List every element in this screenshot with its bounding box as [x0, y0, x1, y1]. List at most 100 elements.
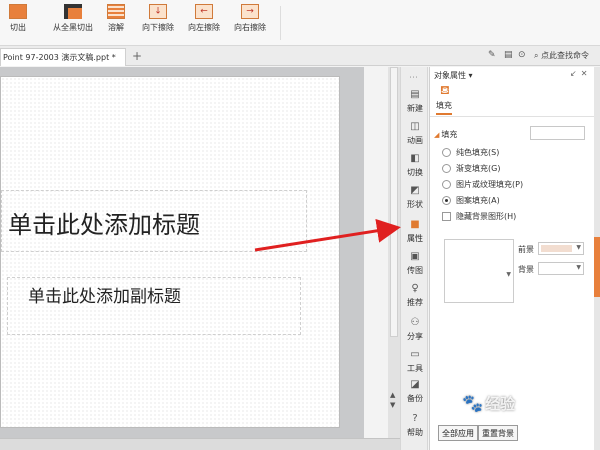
button-label: 向左擦除	[188, 23, 220, 32]
user-icon[interactable]: ✎	[488, 50, 496, 60]
slide[interactable]: 单击此处添加标题 单击此处添加副标题	[0, 76, 340, 428]
vertical-scrollbar[interactable]: ▲ ▼	[388, 67, 400, 438]
transition-cut-button[interactable]: 切出	[4, 4, 32, 42]
transition-wipe-down-button[interactable]: ↓ 向下擦除	[140, 4, 176, 42]
side-tool-upload-image[interactable]: ▣ 传图	[401, 251, 429, 276]
button-label: 切出	[10, 23, 26, 32]
panel-window-controls: ↙✕	[570, 69, 591, 78]
transition-dissolve-button[interactable]: 溶解	[104, 4, 128, 42]
fill-preview-box[interactable]	[530, 126, 585, 140]
collapse-icon[interactable]: ↙	[570, 69, 581, 78]
fill-section-label: 填充	[441, 130, 458, 139]
title-placeholder[interactable]: 单击此处添加标题	[1, 190, 307, 252]
animation-icon: ◫	[410, 121, 420, 132]
side-tool-help[interactable]: ? 帮助	[401, 413, 429, 438]
toolbox-icon: ▭	[410, 349, 420, 360]
side-tool-share[interactable]: ⚇ 分享	[401, 317, 429, 342]
chevron-down-icon: ▼	[576, 244, 581, 251]
scrollbar-thumb[interactable]	[390, 67, 398, 337]
fill-option-pattern[interactable]: 图案填充(A)	[442, 195, 500, 206]
fill-option-gradient[interactable]: 渐变填充(G)	[442, 163, 500, 174]
background-color-select[interactable]: ▼	[538, 262, 584, 275]
paw-logo-icon: 🐾	[462, 394, 484, 414]
background-color-swatch	[541, 265, 572, 272]
fill-section-header[interactable]: ◢ 填充	[434, 129, 457, 140]
dissolve-icon	[107, 4, 125, 19]
radio-button-selected[interactable]	[442, 196, 451, 205]
tab-fill[interactable]: 填充	[436, 100, 452, 115]
hide-background-checkbox[interactable]: 隐藏背景图形(H)	[442, 211, 516, 222]
side-tool-label: 分享	[407, 332, 423, 341]
checkbox[interactable]	[442, 212, 451, 221]
fill-option-picture-texture[interactable]: 图片或纹理填充(P)	[442, 179, 523, 190]
close-icon[interactable]: ✕	[581, 69, 592, 78]
document-icon[interactable]: ▤	[504, 50, 513, 60]
button-label: 向下擦除	[142, 23, 174, 32]
checkbox-label: 隐藏背景图形(H)	[456, 212, 517, 221]
ribbon-toolbar: 切出 从全黑切出 溶解 ↓ 向下擦除 ← 向左擦除 → 向右擦除	[0, 0, 600, 46]
cut-transition-icon	[9, 4, 27, 19]
side-tool-shape[interactable]: ◩ 形状	[401, 185, 429, 210]
side-tool-tools[interactable]: ▭ 工具	[401, 349, 429, 374]
reset-background-button[interactable]: 重置背景	[478, 425, 518, 441]
subtitle-placeholder[interactable]: 单击此处添加副标题	[7, 277, 301, 335]
cut-from-black-icon	[64, 4, 82, 19]
side-tool-label: 新建	[407, 104, 423, 113]
document-tab[interactable]: Point 97-2003 演示文稿.ppt *	[0, 48, 126, 66]
foreground-color-select[interactable]: ▼	[538, 242, 584, 255]
side-tool-backup[interactable]: ◪ 备份	[401, 379, 429, 404]
button-label: 向右擦除	[234, 23, 266, 32]
side-tool-label: 工具	[407, 364, 423, 373]
subtitle-placeholder-text: 单击此处添加副标题	[28, 287, 181, 307]
panel-collapse-handle[interactable]	[594, 237, 600, 297]
scroll-down-icon[interactable]: ▼	[390, 401, 395, 409]
side-tool-properties[interactable]: ■ 属性	[401, 219, 429, 244]
chevron-down-icon: ▼	[506, 271, 511, 278]
new-tab-button[interactable]: +	[132, 49, 142, 63]
side-tool-label: 备份	[407, 394, 423, 403]
wipe-down-icon: ↓	[149, 4, 167, 19]
transition-cut-from-black-button[interactable]: 从全黑切出	[42, 4, 104, 42]
new-file-icon: ▤	[410, 89, 420, 100]
fill-option-label: 渐变填充(G)	[456, 164, 501, 173]
image-upload-icon: ▣	[410, 251, 420, 262]
slide-canvas-area: 单击此处添加标题 单击此处添加副标题	[0, 67, 364, 438]
apply-all-button[interactable]: 全部应用	[438, 425, 478, 441]
side-tool-animation[interactable]: ◫ 动画	[401, 121, 429, 146]
transition-wipe-right-button[interactable]: → 向右擦除	[232, 4, 268, 42]
find-command-search[interactable]: ⌕ 点此查找命令	[534, 50, 589, 61]
foreground-color-swatch	[541, 245, 572, 252]
background-label: 背景	[518, 265, 534, 274]
chevron-down-icon: ▼	[576, 264, 581, 271]
panel-edge-strip	[594, 67, 600, 450]
backup-icon: ◪	[410, 379, 420, 390]
document-tab-title: Point 97-2003 演示文稿.ppt *	[3, 53, 116, 62]
baidu-watermark: 🐾 经验	[462, 393, 515, 414]
side-tool-label: 传图	[407, 266, 423, 275]
pattern-picker[interactable]: ▼	[444, 239, 514, 303]
grip-icon: ⋯	[409, 73, 418, 83]
properties-icon: ■	[410, 219, 420, 230]
shape-icon: ◩	[410, 185, 420, 196]
fill-option-label: 图案填充(A)	[456, 196, 500, 205]
fill-option-solid[interactable]: 纯色填充(S)	[442, 147, 499, 158]
radio-button[interactable]	[442, 148, 451, 157]
side-tool-transition[interactable]: ◧ 切换	[401, 153, 429, 178]
radio-button[interactable]	[442, 164, 451, 173]
side-tool-new[interactable]: ▤ 新建	[401, 89, 429, 114]
transition-wipe-left-button[interactable]: ← 向左擦除	[186, 4, 222, 42]
panel-title[interactable]: 对象属性 ▾	[434, 70, 473, 81]
side-tool-label: 动画	[407, 136, 423, 145]
help-icon: ?	[412, 413, 418, 424]
scroll-up-icon[interactable]: ▲	[390, 391, 395, 399]
wipe-left-icon: ←	[195, 4, 213, 19]
pin-icon[interactable]: ⊙	[518, 50, 526, 60]
document-tab-bar: Point 97-2003 演示文稿.ppt * + ✎ ▤ ⊙ ⌕ 点此查找命…	[0, 46, 600, 66]
radio-button[interactable]	[442, 180, 451, 189]
side-tool-label: 形状	[407, 200, 423, 209]
side-tool-label: 帮助	[407, 428, 423, 437]
side-tool-recommend[interactable]: ♀ 推荐	[401, 283, 429, 308]
fill-option-label: 纯色填充(S)	[456, 148, 500, 157]
paint-bucket-icon[interactable]: ⛾	[440, 83, 450, 99]
fill-option-label: 图片或纹理填充(P)	[456, 180, 524, 189]
